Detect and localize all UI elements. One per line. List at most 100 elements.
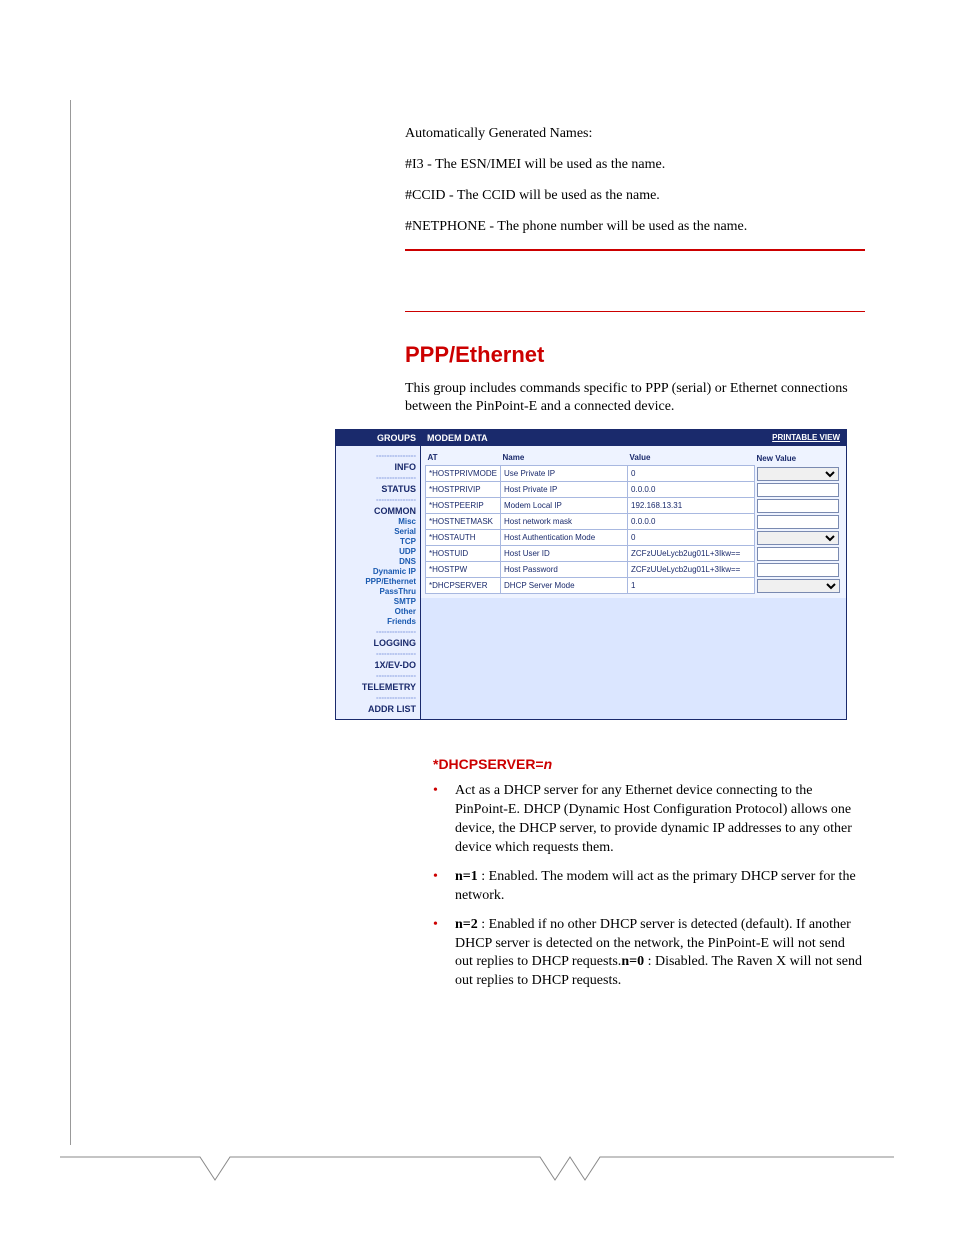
cell-at: *HOSTPRIVIP bbox=[426, 482, 501, 498]
cell-newvalue bbox=[755, 498, 842, 514]
cell-at: *HOSTPW bbox=[426, 562, 501, 578]
nav-serial[interactable]: Serial bbox=[340, 527, 416, 536]
table-header-row: AT Name Value New Value bbox=[426, 450, 842, 466]
nav-info[interactable]: INFO bbox=[340, 462, 416, 472]
section-title: PPP/Ethernet bbox=[405, 342, 865, 368]
table-row: *HOSTPWHost PasswordZCFzUUeLycb2ug01L+3I… bbox=[426, 562, 842, 578]
newvalue-select[interactable] bbox=[757, 579, 839, 593]
gen-names-heading: Automatically Generated Names: bbox=[405, 125, 865, 144]
col-name: Name bbox=[501, 450, 628, 466]
nav-telemetry[interactable]: TELEMETRY bbox=[340, 682, 416, 692]
nav-smtp[interactable]: SMTP bbox=[340, 597, 416, 606]
margin-rule bbox=[70, 100, 71, 1145]
newvalue-select[interactable] bbox=[757, 467, 839, 481]
table-row: *HOSTPRIVIPHost Private IP0.0.0.0 bbox=[426, 482, 842, 498]
section-desc: This group includes commands specific to… bbox=[405, 380, 865, 418]
modem-data-pane: MODEM DATA PRINTABLE VIEW AT Name Value … bbox=[421, 430, 846, 719]
modem-data-header: MODEM DATA PRINTABLE VIEW bbox=[421, 430, 846, 446]
nav-status[interactable]: STATUS bbox=[340, 484, 416, 494]
newvalue-select[interactable] bbox=[757, 531, 839, 545]
cell-value: 0.0.0.0 bbox=[628, 482, 755, 498]
modem-data-body: AT Name Value New Value *HOSTPRIVMODEUse… bbox=[421, 446, 846, 598]
nav-pppeth[interactable]: PPP/Ethernet bbox=[340, 577, 416, 586]
col-at: AT bbox=[426, 450, 501, 466]
nav-passthru[interactable]: PassThru bbox=[340, 587, 416, 596]
cell-name: Modem Local IP bbox=[501, 498, 628, 514]
cell-newvalue bbox=[755, 482, 842, 498]
cell-at: *HOSTUID bbox=[426, 546, 501, 562]
nav-tcp[interactable]: TCP bbox=[340, 537, 416, 546]
footer-ornament bbox=[60, 1145, 894, 1185]
nav-other[interactable]: Other bbox=[340, 607, 416, 616]
command-var: n bbox=[544, 756, 553, 772]
table-row: *DHCPSERVERDHCP Server Mode1 bbox=[426, 578, 842, 594]
table-row: *HOSTAUTHHost Authentication Mode0 bbox=[426, 530, 842, 546]
col-newvalue: New Value bbox=[755, 450, 842, 466]
table-row: *HOSTNETMASKHost network mask0.0.0.0 bbox=[426, 514, 842, 530]
rule-red-lower bbox=[405, 311, 865, 312]
newvalue-input[interactable] bbox=[757, 547, 839, 561]
table-row: *HOSTUIDHost User IDZCFzUUeLycb2ug01L+3I… bbox=[426, 546, 842, 562]
newvalue-input[interactable] bbox=[757, 515, 839, 529]
nav-dynip[interactable]: Dynamic IP bbox=[340, 567, 416, 576]
nav-common[interactable]: COMMON bbox=[340, 506, 416, 516]
cell-name: Host Authentication Mode bbox=[501, 530, 628, 546]
cell-name: Host network mask bbox=[501, 514, 628, 530]
table-row: *HOSTPEERIPModem Local IP192.168.13.31 bbox=[426, 498, 842, 514]
table-row: *HOSTPRIVMODEUse Private IP0 bbox=[426, 466, 842, 482]
groups-pane: GROUPS --------------- INFO ------------… bbox=[336, 430, 421, 719]
command-name: *DHCPSERVER= bbox=[433, 756, 544, 772]
nav-addr[interactable]: ADDR LIST bbox=[340, 704, 416, 714]
newvalue-input[interactable] bbox=[757, 563, 839, 577]
cell-at: *HOSTPEERIP bbox=[426, 498, 501, 514]
cell-value: 1 bbox=[628, 578, 755, 594]
modem-table: AT Name Value New Value *HOSTPRIVMODEUse… bbox=[425, 450, 842, 594]
nav-dns[interactable]: DNS bbox=[340, 557, 416, 566]
bullet-n2: n=2 : Enabled if no other DHCP server is… bbox=[433, 916, 865, 1002]
cell-newvalue bbox=[755, 562, 842, 578]
nav-misc[interactable]: Misc bbox=[340, 517, 416, 526]
cell-at: *HOSTNETMASK bbox=[426, 514, 501, 530]
groups-header: GROUPS bbox=[336, 430, 420, 446]
command-heading: *DHCPSERVER=n bbox=[433, 756, 865, 772]
config-screenshot: GROUPS --------------- INFO ------------… bbox=[335, 429, 847, 720]
page: Automatically Generated Names: #I3 - The… bbox=[0, 0, 954, 1235]
cell-newvalue bbox=[755, 466, 842, 482]
cell-newvalue bbox=[755, 578, 842, 594]
cell-value: 192.168.13.31 bbox=[628, 498, 755, 514]
cell-name: Use Private IP bbox=[501, 466, 628, 482]
nav-friends[interactable]: Friends bbox=[340, 617, 416, 626]
col-value: Value bbox=[628, 450, 755, 466]
rule-red-upper bbox=[405, 249, 865, 251]
gen-names-i3: #I3 - The ESN/IMEI will be used as the n… bbox=[405, 156, 865, 175]
newvalue-input[interactable] bbox=[757, 483, 839, 497]
cell-name: Host Password bbox=[501, 562, 628, 578]
cell-value: 0 bbox=[628, 530, 755, 546]
nav-udp[interactable]: UDP bbox=[340, 547, 416, 556]
nav-evdo[interactable]: 1X/EV-DO bbox=[340, 660, 416, 670]
cell-value: 0 bbox=[628, 466, 755, 482]
cell-newvalue bbox=[755, 514, 842, 530]
modem-data-title: MODEM DATA bbox=[427, 433, 488, 443]
groups-nav: --------------- INFO --------------- STA… bbox=[336, 446, 420, 719]
gen-names-netphone: #NETPHONE - The phone number will be use… bbox=[405, 218, 865, 237]
cell-name: Host User ID bbox=[501, 546, 628, 562]
bullet-act: Act as a DHCP server for any Ethernet de… bbox=[433, 782, 865, 868]
nav-logging[interactable]: LOGGING bbox=[340, 638, 416, 648]
cell-newvalue bbox=[755, 530, 842, 546]
content-column: Automatically Generated Names: #I3 - The… bbox=[405, 125, 865, 1001]
cell-at: *HOSTAUTH bbox=[426, 530, 501, 546]
cell-value: 0.0.0.0 bbox=[628, 514, 755, 530]
cell-at: *HOSTPRIVMODE bbox=[426, 466, 501, 482]
cell-value: ZCFzUUeLycb2ug01L+3Ikw== bbox=[628, 562, 755, 578]
cell-newvalue bbox=[755, 546, 842, 562]
newvalue-input[interactable] bbox=[757, 499, 839, 513]
gen-names-ccid: #CCID - The CCID will be used as the nam… bbox=[405, 187, 865, 206]
command-bullets: Act as a DHCP server for any Ethernet de… bbox=[433, 782, 865, 1001]
printable-view-link[interactable]: PRINTABLE VIEW bbox=[772, 433, 840, 443]
cell-at: *DHCPSERVER bbox=[426, 578, 501, 594]
cell-value: ZCFzUUeLycb2ug01L+3Ikw== bbox=[628, 546, 755, 562]
cell-name: DHCP Server Mode bbox=[501, 578, 628, 594]
bullet-n1: n=1 : Enabled. The modem will act as the… bbox=[433, 868, 865, 916]
cell-name: Host Private IP bbox=[501, 482, 628, 498]
